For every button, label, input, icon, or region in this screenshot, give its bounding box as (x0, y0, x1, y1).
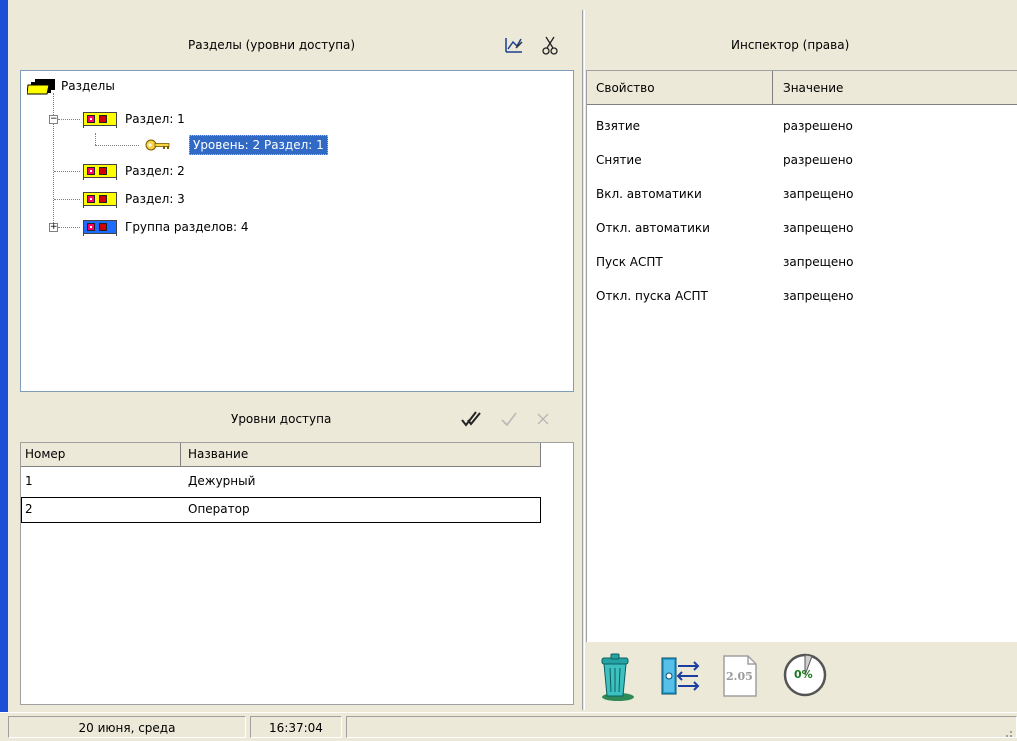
tree-line (95, 133, 96, 145)
property-value: запрещено (783, 221, 854, 235)
tree-root-label: Разделы (61, 79, 115, 93)
tree-line (54, 199, 80, 200)
cross-icon[interactable] (535, 411, 551, 427)
tree-item-label: Уровень: 2 Раздел: 1 (189, 135, 328, 155)
property-name: Вкл. автоматики (596, 187, 702, 201)
tree-item-label: Группа разделов: 4 (125, 220, 249, 234)
section-icon (83, 164, 117, 180)
collapse-toggle[interactable]: − (49, 115, 58, 124)
column-header-value[interactable]: Значение (774, 71, 1017, 105)
device-icon[interactable] (658, 656, 704, 696)
property-name: Снятие (596, 153, 642, 167)
tree-item-label: Раздел: 1 (125, 112, 185, 126)
version-icon[interactable]: 2.05 (720, 654, 760, 698)
check-icon[interactable] (500, 410, 518, 428)
status-empty (346, 716, 1017, 738)
levels-grid-header: Номер Название (21, 443, 541, 467)
property-name: Взятие (596, 119, 641, 133)
inspector-header: Инспектор (права) (586, 28, 1017, 68)
section-icon (83, 112, 117, 128)
double-check-icon[interactable] (460, 410, 482, 428)
column-header-property[interactable]: Свойство (587, 71, 773, 105)
status-date: 20 июня, среда (8, 716, 246, 738)
section-icon (83, 192, 117, 208)
property-value: разрешено (783, 153, 853, 167)
property-name: Откл. автоматики (596, 221, 710, 235)
scissors-icon[interactable] (542, 35, 558, 55)
property-row[interactable]: Снятие разрешено (587, 151, 1017, 171)
status-bar: 20 июня, среда 16:37:04 (0, 712, 1017, 740)
sections-panel-title: Разделы (уровни доступа) (188, 38, 356, 52)
row-number: 2 (25, 502, 33, 516)
column-header-number[interactable]: Номер (21, 443, 181, 467)
resize-grip-icon[interactable] (1003, 727, 1013, 737)
tree-line (54, 171, 80, 172)
progress-label: 0% (794, 668, 813, 681)
inspector-grid-header: Свойство Значение (587, 71, 1017, 105)
property-value: запрещено (783, 255, 854, 269)
tree-item-label: Раздел: 3 (125, 192, 185, 206)
levels-panel-title: Уровни доступа (231, 412, 332, 426)
property-value: запрещено (783, 187, 854, 201)
version-label: 2.05 (726, 670, 753, 683)
property-name: Пуск АСПТ (596, 255, 663, 269)
row-name: Дежурный (188, 474, 256, 488)
property-row[interactable]: Взятие разрешено (587, 117, 1017, 137)
key-icon (145, 138, 171, 152)
status-time: 16:37:04 (250, 716, 342, 738)
window-edge (0, 0, 8, 712)
tree-line (58, 119, 80, 120)
column-header-name[interactable]: Название (182, 443, 540, 467)
expand-toggle[interactable]: + (49, 223, 58, 232)
row-number: 1 (25, 474, 33, 488)
folder-icon (26, 79, 57, 95)
property-row[interactable]: Вкл. автоматики запрещено (587, 185, 1017, 205)
sections-tree[interactable]: Разделы − Раздел: 1 Уровень: 2 Раздел: 1 (20, 70, 574, 392)
table-row[interactable]: 1 Дежурный (21, 469, 541, 495)
vertical-splitter[interactable] (582, 10, 585, 710)
levels-panel-header: Уровни доступа (8, 400, 582, 440)
table-row[interactable]: 2 Оператор (21, 497, 541, 523)
section-group-icon (83, 220, 117, 236)
property-row[interactable]: Пуск АСПТ запрещено (587, 253, 1017, 273)
progress-icon[interactable]: 0% (782, 652, 828, 698)
tree-item-label: Раздел: 2 (125, 164, 185, 178)
property-row[interactable]: Откл. автоматики запрещено (587, 219, 1017, 239)
tree-line (95, 145, 139, 146)
trash-icon[interactable] (596, 652, 636, 702)
inspector-toolbar: 2.05 0% (586, 644, 1017, 710)
edit-icon[interactable] (504, 36, 524, 54)
property-value: запрещено (783, 289, 854, 303)
property-value: разрешено (783, 119, 853, 133)
property-row[interactable]: Откл. пуска АСПТ запрещено (587, 287, 1017, 307)
tree-line (58, 227, 80, 228)
sections-panel-header: Разделы (уровни доступа) (8, 28, 582, 68)
inspector-title: Инспектор (права) (731, 38, 850, 52)
row-name: Оператор (188, 502, 250, 516)
property-name: Откл. пуска АСПТ (596, 289, 708, 303)
levels-grid[interactable]: Номер Название 1 Дежурный 2 Оператор (20, 442, 574, 705)
inspector-grid[interactable]: Свойство Значение Взятие разрешено Сняти… (586, 70, 1017, 642)
